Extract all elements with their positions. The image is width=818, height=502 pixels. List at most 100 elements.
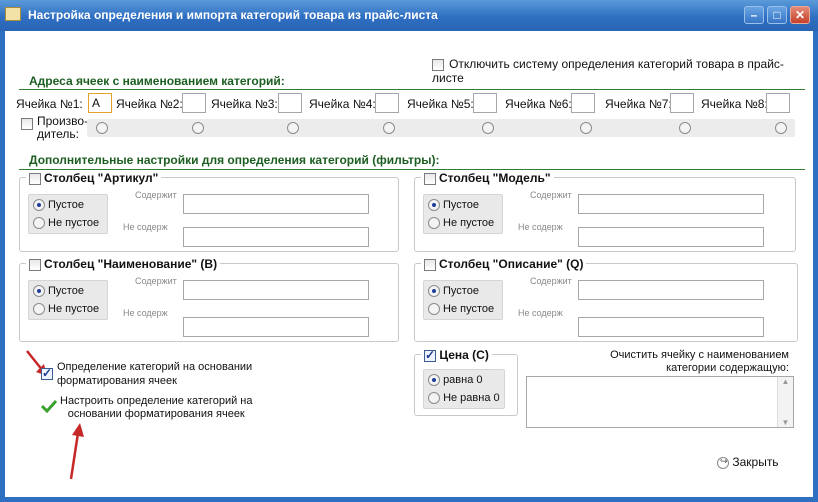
- not_empty-option[interactable]: Не пустое: [33, 217, 99, 230]
- cell-5-input[interactable]: [473, 93, 497, 113]
- disable-system-option[interactable]: Отключить систему определения категорий …: [432, 57, 813, 85]
- empty-option[interactable]: Пустое: [33, 199, 84, 212]
- manufacturer-radio-2[interactable]: [192, 122, 204, 134]
- empty-label: Пустое: [48, 199, 84, 211]
- addresses-section-divider: [19, 89, 805, 90]
- manufacturer-radio-1[interactable]: [96, 122, 108, 134]
- cell-3-input[interactable]: [278, 93, 302, 113]
- clear-cell-label: Очистить ячейку с наименованием категори…: [565, 349, 789, 375]
- manufacturer-radio-8[interactable]: [775, 122, 787, 134]
- close-window-button[interactable]: ✕: [790, 6, 810, 24]
- filters-section-divider: [19, 169, 805, 170]
- filter-group-header: Столбец "Артикул": [26, 171, 162, 185]
- empty-radio[interactable]: [33, 199, 45, 212]
- cell-8-label: Ячейка №8:: [701, 97, 768, 111]
- empty-radio-box: Пустое Не пустое: [423, 194, 503, 234]
- configure-format-line2: основании форматирования ячеек: [67, 408, 245, 420]
- empty-radio-box: Пустое Не пустое: [423, 280, 503, 320]
- disable-system-checkbox[interactable]: [432, 59, 444, 72]
- price-nonzero-label: Не равна 0: [443, 392, 500, 404]
- not-contains-label: Не содерж: [518, 308, 563, 318]
- title-bar: Настройка определения и импорта категори…: [0, 0, 818, 31]
- addresses-section-title: Адреса ячеек с наименованием категорий:: [29, 74, 285, 88]
- cell-8-input[interactable]: [766, 93, 790, 113]
- manufacturer-option[interactable]: [21, 118, 33, 131]
- not_empty-option[interactable]: Не пустое: [428, 303, 495, 316]
- empty-radio-box: Пустое Не пустое: [28, 194, 108, 234]
- contains-label: Содержит: [530, 276, 572, 286]
- manufacturer-radio-4[interactable]: [383, 122, 395, 134]
- cell-1-input[interactable]: A: [88, 93, 112, 113]
- not_empty-radio[interactable]: [428, 303, 440, 316]
- contains-input[interactable]: [578, 194, 764, 214]
- price-checkbox[interactable]: [424, 348, 436, 362]
- minimize-button[interactable]: –: [744, 6, 764, 24]
- green-checkmark-icon: [41, 399, 57, 413]
- manufacturer-checkbox[interactable]: [21, 118, 33, 131]
- contains-input[interactable]: [578, 280, 764, 300]
- not-contains-input[interactable]: [183, 227, 369, 247]
- not_empty-radio[interactable]: [33, 303, 45, 316]
- maximize-button[interactable]: □: [767, 6, 787, 24]
- price-zero-option[interactable]: равна 0: [428, 374, 483, 387]
- filter-group-header: Столбец "Наименование" (B): [26, 257, 221, 271]
- price-group-header: Цена (C): [421, 348, 492, 362]
- cell-7-input[interactable]: [670, 93, 694, 113]
- not_empty-option[interactable]: Не пустое: [428, 217, 494, 230]
- manufacturer-radio-6[interactable]: [580, 122, 592, 134]
- manufacturer-radio-7[interactable]: [679, 122, 691, 134]
- empty-option[interactable]: Пустое: [428, 285, 479, 298]
- empty-radio[interactable]: [428, 285, 440, 298]
- cell-1-label: Ячейка №1:: [16, 97, 83, 111]
- not_empty-label: Не пустое: [443, 303, 495, 315]
- cell-2-input[interactable]: [182, 93, 206, 113]
- clear-cell-line1: Очистить ячейку с наименованием: [610, 349, 789, 361]
- cell-6-label: Ячейка №6:: [505, 97, 572, 111]
- empty-radio-box: Пустое Не пустое: [28, 280, 108, 320]
- format-detection-line1: Определение категорий на основании: [57, 361, 253, 373]
- manufacturer-radio-3[interactable]: [287, 122, 299, 134]
- format-detection-option[interactable]: [41, 366, 53, 381]
- scroll-up-icon[interactable]: ▲: [778, 377, 793, 386]
- manufacturer-label: Произво- дитель:: [37, 115, 88, 141]
- manufacturer-label-line2: дитель:: [37, 127, 79, 141]
- format-detection-checkbox[interactable]: [41, 366, 53, 381]
- filters-section-title: Дополнительные настройки для определения…: [29, 153, 440, 167]
- not-contains-input[interactable]: [183, 317, 369, 337]
- empty-option[interactable]: Пустое: [428, 199, 479, 212]
- cell-6-input[interactable]: [571, 93, 595, 113]
- empty-option[interactable]: Пустое: [33, 285, 84, 298]
- configure-format-link[interactable]: Настроить определение категорий на основ…: [60, 395, 252, 421]
- contains-input[interactable]: [183, 280, 369, 300]
- not_empty-label: Не пустое: [48, 303, 100, 315]
- filter-group-checkbox[interactable]: [424, 258, 436, 271]
- close-button[interactable]: ↪ Закрыть: [717, 455, 779, 469]
- not-contains-label: Не содерж: [518, 222, 563, 232]
- price-zero-radio[interactable]: [428, 374, 440, 387]
- manufacturer-radio-5[interactable]: [482, 122, 494, 134]
- not_empty-radio[interactable]: [428, 217, 440, 230]
- not_empty-option[interactable]: Не пустое: [33, 303, 100, 316]
- filter-group-checkbox[interactable]: [29, 258, 41, 271]
- empty-radio[interactable]: [428, 199, 440, 212]
- not-contains-input[interactable]: [578, 227, 764, 247]
- price-group: Цена (C) равна 0 Не равна 0: [414, 348, 518, 416]
- close-button-label: Закрыть: [732, 455, 779, 469]
- contains-input[interactable]: [183, 194, 369, 214]
- not-contains-input[interactable]: [578, 317, 764, 337]
- window-frame-right: [813, 31, 818, 502]
- clear-cell-scrollbar[interactable]: ▲ ▼: [777, 377, 793, 427]
- price-nonzero-option[interactable]: Не равна 0: [428, 392, 500, 405]
- scroll-down-icon[interactable]: ▼: [778, 418, 793, 427]
- not_empty-radio[interactable]: [33, 217, 45, 230]
- not-contains-label: Не содерж: [123, 222, 168, 232]
- empty-radio[interactable]: [33, 285, 45, 298]
- filter-group-checkbox[interactable]: [424, 172, 436, 185]
- cell-2-label: Ячейка №2:: [116, 97, 183, 111]
- filter-group-checkbox[interactable]: [29, 172, 41, 185]
- not-contains-label: Не содерж: [123, 308, 168, 318]
- filter-group: Столбец "Описание" (Q) Пустое Не пустое Сод…: [414, 257, 798, 342]
- cell-4-input[interactable]: [375, 93, 399, 113]
- price-nonzero-radio[interactable]: [428, 392, 440, 405]
- clear-cell-textarea[interactable]: ▲ ▼: [526, 376, 794, 428]
